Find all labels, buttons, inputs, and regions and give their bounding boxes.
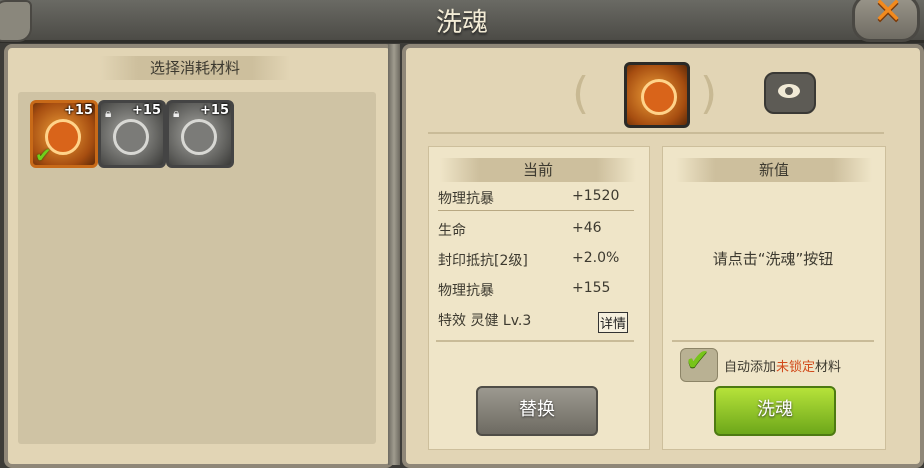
enhance-level: +15 — [132, 103, 161, 118]
stat-value: +2.0% — [572, 250, 620, 266]
new-value-header: 新值 — [676, 158, 872, 182]
left-ornament: ( — [572, 68, 590, 119]
enhance-level: +15 — [200, 103, 229, 118]
material-slot-3[interactable]: 🔒︎ +15 — [166, 100, 234, 168]
window-title: 洗魂 — [435, 8, 488, 38]
material-header: 选择消耗材料 — [100, 56, 290, 80]
stat-name: 封印抵抗[2级] — [438, 253, 528, 269]
special-effect-name: 特效 灵健 Lv.3 — [438, 313, 532, 329]
stat-underline — [438, 210, 634, 211]
close-icon: ✕ — [873, 0, 904, 32]
right-ornament: ) — [700, 68, 718, 119]
material-slot-1[interactable]: +15 ✔ — [30, 100, 98, 168]
wash-hint: 请点击“洗魂”按钮 — [712, 250, 834, 268]
unlocked-highlight: 未锁定 — [776, 360, 816, 375]
title-bar: 洗魂 — [0, 0, 924, 43]
soul-gem-icon — [113, 119, 149, 155]
current-header: 当前 — [440, 158, 636, 182]
stat-name: 物理抗暴 — [438, 191, 494, 207]
check-icon: ✔ — [35, 143, 52, 167]
material-slot-2[interactable]: 🔒︎ +15 — [98, 100, 166, 168]
corner-rock-left — [0, 0, 32, 42]
stat-value: +155 — [572, 280, 611, 296]
soul-gem-icon — [641, 79, 677, 115]
target-soul-slot[interactable] — [624, 62, 690, 128]
close-button[interactable]: ✕ — [852, 0, 920, 42]
auto-add-checkbox[interactable]: ✔ — [680, 343, 718, 382]
wash-button[interactable]: 洗魂 — [714, 386, 836, 436]
lock-icon: 🔒︎ — [105, 106, 112, 120]
enhance-level: +15 — [64, 103, 93, 118]
stat-value: +46 — [572, 220, 602, 236]
eye-icon — [778, 84, 800, 98]
top-separator — [428, 132, 884, 134]
panel-divider — [388, 44, 400, 465]
stats-bottom-separator — [436, 340, 634, 342]
stat-row: 封印抵抗[2级] +2.0% — [438, 248, 632, 272]
auto-add-label: 自动添加未锁定材料 — [724, 360, 842, 375]
stat-row: 生命 +46 — [438, 218, 632, 242]
lock-icon: 🔒︎ — [173, 106, 180, 120]
stat-name: 物理抗暴 — [438, 283, 494, 299]
stat-name: 生命 — [438, 223, 466, 239]
stat-value: +1520 — [572, 188, 620, 204]
stat-row: 物理抗暴 +1520 — [438, 186, 632, 210]
preview-button[interactable] — [764, 72, 816, 114]
replace-button[interactable]: 替换 — [476, 386, 598, 436]
check-icon: ✔ — [685, 343, 711, 378]
new-box-separator — [672, 340, 874, 342]
stat-row: 物理抗暴 +155 — [438, 278, 632, 302]
soul-gem-icon — [181, 119, 217, 155]
detail-link[interactable]: 详情 — [598, 312, 629, 333]
